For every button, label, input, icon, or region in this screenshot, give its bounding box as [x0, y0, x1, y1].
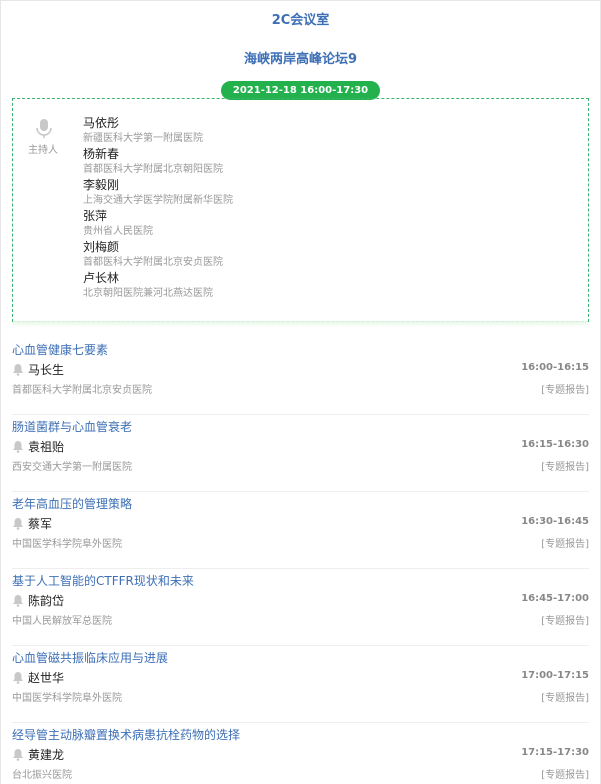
talk-time: 16:45-17:00	[521, 593, 589, 604]
host-label: 主持人	[28, 145, 58, 156]
talk-title[interactable]: 基于人工智能的CTFFR现状和未来	[12, 572, 194, 589]
talk-org: 中国医学科学院阜外医院	[12, 539, 122, 550]
talk-speaker: 赵世华	[12, 669, 64, 686]
talk-type: [专题报告]	[541, 693, 589, 704]
talk-type: [专题报告]	[541, 616, 589, 627]
talk-speaker: 马长生	[12, 361, 64, 378]
talk-item[interactable]: 肠道菌群与心血管衰老 袁祖贻 16:15-16:30 西安交通大学第一附属医院 …	[12, 415, 589, 492]
host-org: 上海交通大学医学院附属新华医院	[83, 195, 233, 206]
host-name: 刘梅颜	[83, 240, 120, 254]
forum-title[interactable]: 海峡两岸高峰论坛9	[1, 51, 600, 69]
talk-time: 16:15-16:30	[521, 439, 589, 450]
talk-time: 16:00-16:15	[521, 362, 589, 373]
speaker-name: 马长生	[28, 363, 65, 377]
time-badge-wrap: 2021-12-18 16:00-17:30	[1, 78, 600, 100]
speaker-name: 蔡军	[28, 517, 53, 531]
host-org: 贵州省人民医院	[83, 226, 153, 237]
talk-speaker: 陈韵岱	[12, 592, 64, 609]
host-entry[interactable]: 李毅刚 上海交通大学医学院附属新华医院	[83, 177, 233, 208]
host-org: 北京朝阳医院兼河北燕达医院	[83, 288, 213, 299]
host-panel: 主持人 马依彤 新疆医科大学第一附属医院 杨新春 首都医科大学附属北京朝阳医院 …	[12, 98, 589, 327]
host-org: 新疆医科大学第一附属医院	[83, 133, 203, 144]
talk-item[interactable]: 心血管磁共振临床应用与进展 赵世华 17:00-17:15 中国医学科学院阜外医…	[12, 646, 589, 723]
talk-item[interactable]: 老年高血压的管理策略 蔡军 16:30-16:45 中国医学科学院阜外医院 [专…	[12, 492, 589, 569]
talk-org: 西安交通大学第一附属医院	[12, 462, 132, 473]
talk-title[interactable]: 心血管健康七要素	[12, 341, 108, 358]
host-list: 马依彤 新疆医科大学第一附属医院 杨新春 首都医科大学附属北京朝阳医院 李毅刚 …	[83, 115, 233, 301]
bell-icon	[13, 749, 23, 761]
host-entry[interactable]: 张萍 贵州省人民医院	[83, 208, 233, 239]
panel-shadow	[13, 321, 588, 327]
talk-speaker: 蔡军	[12, 515, 52, 532]
talk-item[interactable]: 心血管健康七要素 马长生 16:00-16:15 首都医科大学附属北京安贞医院 …	[12, 338, 589, 415]
talk-title[interactable]: 老年高血压的管理策略	[12, 495, 132, 512]
host-entry[interactable]: 刘梅颜 首都医科大学附属北京安贞医院	[83, 239, 233, 270]
talk-type: [专题报告]	[541, 770, 589, 781]
talk-org: 中国人民解放军总医院	[12, 616, 112, 627]
talk-list: 心血管健康七要素 马长生 16:00-16:15 首都医科大学附属北京安贞医院 …	[12, 338, 589, 784]
talk-type: [专题报告]	[541, 385, 589, 396]
bell-icon	[13, 364, 23, 376]
talk-title[interactable]: 心血管磁共振临床应用与进展	[12, 649, 168, 666]
talk-type: [专题报告]	[541, 462, 589, 473]
speaker-name: 赵世华	[28, 671, 65, 685]
host-name: 卢长林	[83, 271, 120, 285]
microphone-icon	[36, 119, 52, 138]
talk-time: 17:00-17:15	[521, 670, 589, 681]
room-title: 2C会议室	[271, 13, 330, 28]
host-org: 首都医科大学附属北京安贞医院	[83, 257, 223, 268]
host-entry[interactable]: 马依彤 新疆医科大学第一附属医院	[83, 115, 233, 146]
bell-icon	[13, 672, 23, 684]
bell-icon	[13, 595, 23, 607]
speaker-name: 黄建龙	[28, 748, 65, 762]
bell-icon	[13, 518, 23, 530]
talk-item[interactable]: 基于人工智能的CTFFR现状和未来 陈韵岱 16:45-17:00 中国人民解放…	[12, 569, 589, 646]
talk-time: 17:15-17:30	[521, 747, 589, 758]
talk-org: 台北振兴医院	[12, 770, 72, 781]
talk-speaker: 黄建龙	[12, 746, 64, 763]
host-entry[interactable]: 卢长林 北京朝阳医院兼河北燕达医院	[83, 270, 233, 301]
talk-org: 中国医学科学院阜外医院	[12, 693, 122, 704]
host-name: 张萍	[83, 209, 108, 223]
talk-item[interactable]: 经导管主动脉瓣置换术病患抗栓药物的选择 黄建龙 17:15-17:30 台北振兴…	[12, 723, 589, 784]
talk-type: [专题报告]	[541, 539, 589, 550]
speaker-name: 袁祖贻	[28, 440, 65, 454]
talk-title[interactable]: 肠道菌群与心血管衰老	[12, 418, 132, 435]
talk-title[interactable]: 经导管主动脉瓣置换术病患抗栓药物的选择	[12, 726, 240, 743]
host-name: 杨新春	[83, 147, 120, 161]
talk-org: 首都医科大学附属北京安贞医院	[12, 385, 152, 396]
talk-speaker: 袁祖贻	[12, 438, 64, 455]
talk-time: 16:30-16:45	[521, 516, 589, 527]
schedule-page: 2C会议室 海峡两岸高峰论坛9 2021-12-18 16:00-17:30 主…	[0, 0, 601, 784]
host-entry[interactable]: 杨新春 首都医科大学附属北京朝阳医院	[83, 146, 233, 177]
speaker-name: 陈韵岱	[28, 594, 65, 608]
host-org: 首都医科大学附属北京朝阳医院	[83, 164, 223, 175]
bell-icon	[13, 441, 23, 453]
host-name: 李毅刚	[83, 178, 120, 192]
host-name: 马依彤	[83, 116, 120, 130]
